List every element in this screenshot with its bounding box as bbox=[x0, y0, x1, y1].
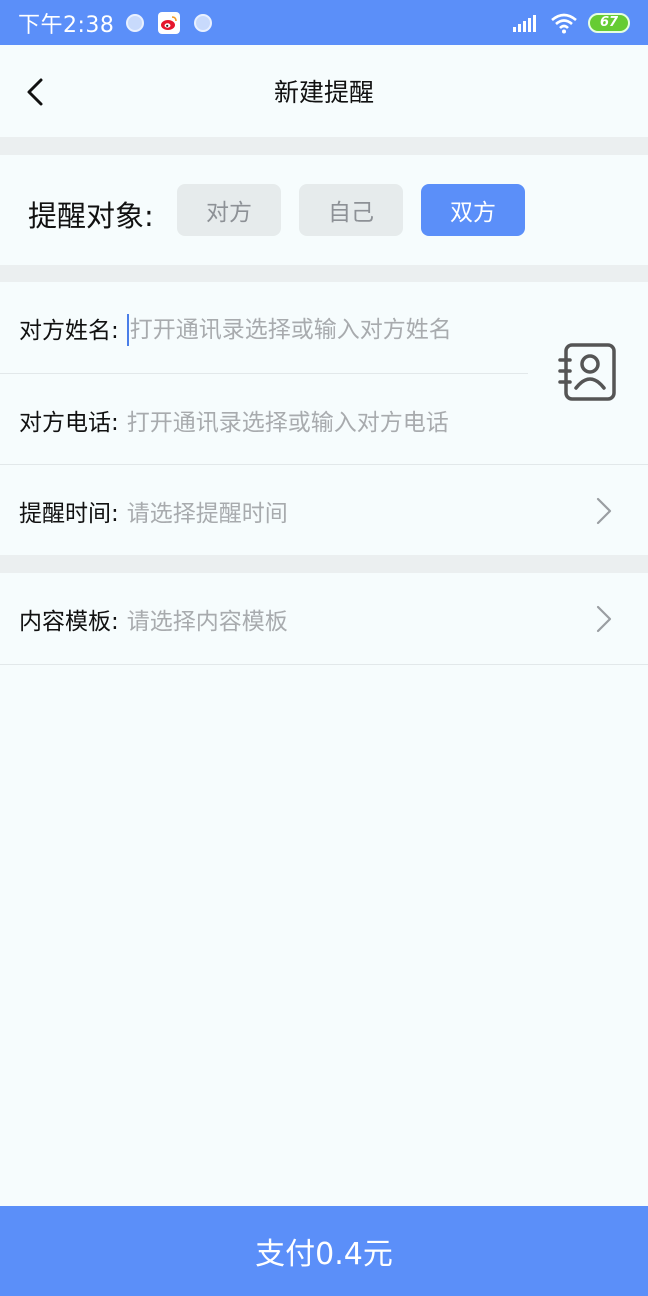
template-label: 内容模板: bbox=[19, 609, 119, 635]
phone-row[interactable]: 对方电话: 打开通讯录选择或输入对方电话 bbox=[0, 374, 520, 466]
name-placeholder: 打开通讯录选择或输入对方姓名 bbox=[129, 316, 452, 343]
contact-form-card: 对方姓名: 打开通讯录选择或输入对方姓名 对方电话: 打开通讯录选择或输入对方电… bbox=[0, 282, 648, 555]
time-label: 提醒时间: bbox=[19, 501, 119, 527]
notification-dot-icon bbox=[194, 13, 213, 32]
target-option-other[interactable]: 对方 bbox=[177, 184, 281, 236]
target-option-both[interactable]: 双方 bbox=[421, 184, 525, 236]
reminder-target-section: 提醒对象: 对方 自己 双方 bbox=[0, 155, 648, 265]
status-bar: 下午2:38 67 bbox=[0, 0, 648, 45]
template-placeholder: 请选择内容模板 bbox=[126, 609, 288, 635]
phone-input[interactable]: 打开通讯录选择或输入对方电话 bbox=[127, 403, 449, 437]
template-form-card: 内容模板: 请选择内容模板 bbox=[0, 573, 648, 665]
text-cursor bbox=[126, 314, 129, 347]
target-option-self[interactable]: 自己 bbox=[299, 184, 403, 236]
battery-icon: 67 bbox=[588, 12, 630, 33]
address-book-icon bbox=[558, 343, 616, 401]
open-contacts-button[interactable] bbox=[558, 342, 618, 404]
time-placeholder: 请选择提醒时间 bbox=[126, 501, 288, 527]
pay-button[interactable]: 支付0.4元 bbox=[0, 1206, 648, 1296]
content-template-row[interactable]: 内容模板: 请选择内容模板 bbox=[0, 573, 648, 665]
name-input[interactable]: 打开通讯录选择或输入对方姓名 bbox=[126, 310, 452, 347]
divider bbox=[0, 664, 648, 665]
phone-label: 对方电话: bbox=[19, 410, 119, 436]
reminder-time-row[interactable]: 提醒时间: 请选择提醒时间 bbox=[0, 465, 648, 557]
signal-icon bbox=[513, 14, 536, 32]
status-time: 下午2:38 bbox=[18, 12, 115, 38]
section-gap bbox=[0, 555, 648, 573]
status-right: 67 bbox=[512, 12, 630, 34]
chevron-right-icon bbox=[596, 605, 612, 633]
notification-dot-icon bbox=[126, 13, 145, 32]
section-gap bbox=[0, 265, 648, 282]
section-gap bbox=[0, 137, 648, 155]
page-title: 新建提醒 bbox=[273, 78, 374, 107]
chevron-right-icon bbox=[596, 497, 612, 525]
target-label: 提醒对象: bbox=[28, 199, 154, 233]
wifi-icon bbox=[551, 13, 577, 33]
title-bar: 新建提醒 bbox=[0, 45, 648, 137]
notification-icons bbox=[126, 11, 213, 34]
weibo-icon bbox=[158, 11, 181, 34]
name-row[interactable]: 对方姓名: 打开通讯录选择或输入对方姓名 bbox=[0, 282, 520, 374]
name-label: 对方姓名: bbox=[19, 318, 119, 344]
